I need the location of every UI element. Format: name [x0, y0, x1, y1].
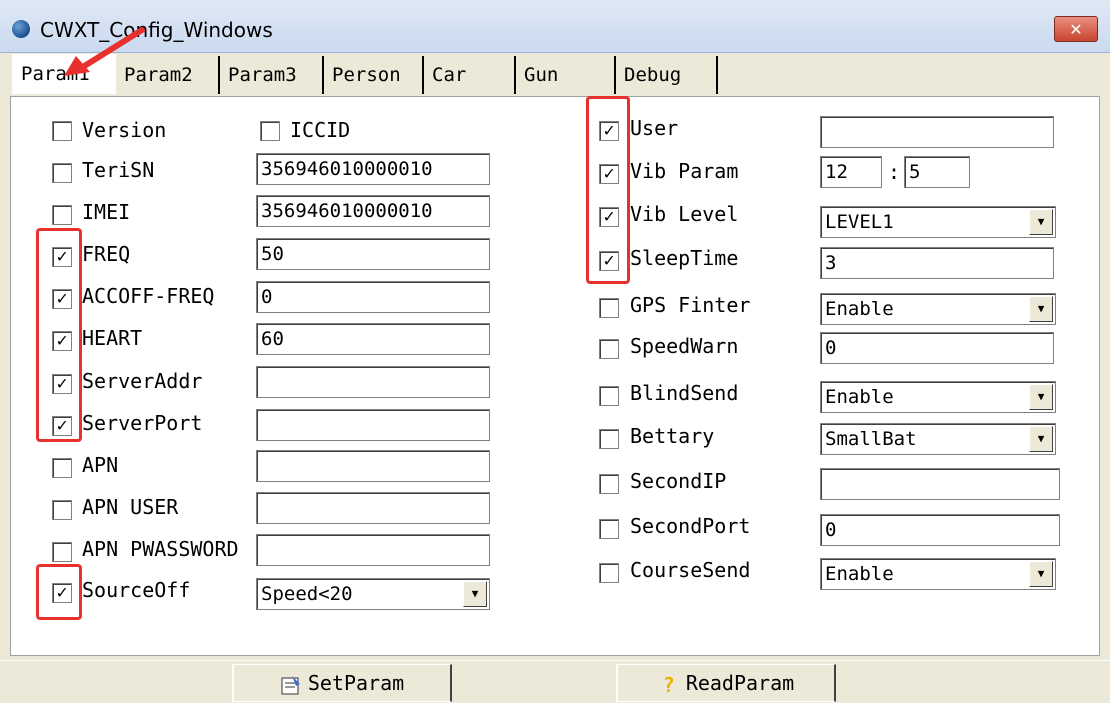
- tab-strip: Param1 Param2 Param3 Person Car Gun Debu…: [12, 54, 1102, 96]
- checkbox-blindsend[interactable]: [599, 386, 619, 406]
- accoff-freq-input[interactable]: 0: [256, 281, 490, 313]
- vib-param-b-input[interactable]: 5: [904, 156, 970, 188]
- label-user: User: [630, 116, 679, 140]
- read-param-button[interactable]: ? ReadParam: [616, 664, 836, 702]
- secondip-input[interactable]: [820, 468, 1060, 500]
- checkbox-apn-user[interactable]: [52, 500, 72, 520]
- heart-input[interactable]: 60: [256, 323, 490, 355]
- chevron-down-icon[interactable]: ▼: [1029, 426, 1053, 452]
- annotation-box-left: [36, 228, 82, 442]
- tab-param2[interactable]: Param2: [116, 56, 220, 94]
- label-sourceoff: SourceOff: [82, 578, 191, 602]
- bettary-select[interactable]: SmallBat ▼: [820, 423, 1056, 455]
- serveraddr-input[interactable]: [256, 366, 490, 398]
- checkbox-coursesend[interactable]: [599, 563, 619, 583]
- label-secondport: SecondPort: [630, 514, 751, 538]
- label-secondip: SecondIP: [630, 469, 727, 493]
- checkbox-version[interactable]: [52, 121, 72, 141]
- label-serverport: ServerPort: [82, 411, 203, 435]
- help-icon: ?: [662, 672, 675, 697]
- label-vib-level: Vib Level: [630, 202, 739, 226]
- coursesend-select[interactable]: Enable ▼: [820, 558, 1056, 590]
- bettary-value: SmallBat: [825, 428, 917, 450]
- button-bar: [0, 660, 1110, 703]
- checkbox-secondip[interactable]: [599, 474, 619, 494]
- label-heart: HEART: [82, 326, 143, 350]
- window-title: CWXT_Config_Windows: [40, 18, 273, 42]
- label-speedwarn: SpeedWarn: [630, 334, 739, 358]
- tab-person[interactable]: Person: [324, 56, 424, 94]
- gps-finter-select[interactable]: Enable ▼: [820, 293, 1056, 325]
- label-apn: APN: [82, 453, 119, 477]
- label-accoff-freq: ACCOFF-FREQ: [82, 284, 215, 308]
- vib-level-select[interactable]: LEVEL1 ▼: [820, 206, 1056, 238]
- user-input[interactable]: [820, 116, 1054, 148]
- chevron-down-icon[interactable]: ▼: [1029, 384, 1053, 410]
- label-vib-param: Vib Param: [630, 159, 739, 183]
- checkbox-apn[interactable]: [52, 458, 72, 478]
- sourceoff-value: Speed<20: [261, 583, 353, 605]
- label-serveraddr: ServerAddr: [82, 369, 203, 393]
- apn-input[interactable]: [256, 450, 490, 482]
- apn-password-input[interactable]: [256, 534, 490, 566]
- label-version: Version: [82, 118, 167, 142]
- checkbox-speedwarn[interactable]: [599, 339, 619, 359]
- blindsend-value: Enable: [825, 386, 894, 408]
- app-icon: [12, 20, 30, 38]
- freq-input[interactable]: 50: [256, 238, 490, 270]
- sleeptime-input[interactable]: 3: [820, 247, 1054, 279]
- checkbox-imei[interactable]: [52, 205, 72, 225]
- imei-input[interactable]: 356946010000010: [256, 195, 490, 227]
- checkbox-bettary[interactable]: [599, 429, 619, 449]
- tab-param3[interactable]: Param3: [220, 56, 324, 94]
- label-apn-password: APN PWASSWORD: [82, 537, 239, 561]
- checkbox-terisn[interactable]: [52, 163, 72, 183]
- chevron-down-icon[interactable]: ▼: [1029, 561, 1053, 587]
- label-apn-user: APN USER: [82, 495, 179, 519]
- tab-gun[interactable]: Gun: [516, 56, 616, 94]
- label-gps-finter: GPS Finter: [630, 293, 751, 317]
- close-button[interactable]: ✕: [1054, 16, 1098, 42]
- set-param-label: SetParam: [307, 671, 405, 695]
- label-imei: IMEI: [82, 200, 131, 224]
- vib-param-separator: :: [888, 160, 901, 184]
- vib-level-value: LEVEL1: [825, 211, 894, 233]
- checkbox-secondport[interactable]: [599, 519, 619, 539]
- chevron-down-icon[interactable]: ▼: [1029, 209, 1053, 235]
- label-terisn: TeriSN: [82, 158, 155, 182]
- terisn-input[interactable]: 356946010000010: [256, 153, 490, 185]
- label-sleeptime: SleepTime: [630, 246, 739, 270]
- annotation-box-right: [586, 96, 630, 284]
- serverport-input[interactable]: [256, 409, 490, 441]
- read-param-label: ReadParam: [685, 671, 795, 695]
- chevron-down-icon[interactable]: ▼: [1029, 296, 1053, 322]
- checkbox-iccid[interactable]: [260, 121, 280, 141]
- blindsend-select[interactable]: Enable ▼: [820, 381, 1056, 413]
- set-param-button[interactable]: SetParam: [232, 664, 452, 702]
- set-param-icon: [281, 675, 300, 694]
- checkbox-apn-password[interactable]: [52, 542, 72, 562]
- label-bettary: Bettary: [630, 424, 715, 448]
- tab-debug[interactable]: Debug: [616, 56, 718, 94]
- chevron-down-icon[interactable]: ▼: [463, 581, 487, 607]
- gps-finter-value: Enable: [825, 298, 894, 320]
- label-freq: FREQ: [82, 242, 131, 266]
- label-iccid: ICCID: [290, 118, 351, 142]
- title-bar: CWXT_Config_Windows ✕: [0, 0, 1110, 53]
- apn-user-input[interactable]: [256, 492, 490, 524]
- label-coursesend: CourseSend: [630, 558, 751, 582]
- annotation-box-sourceoff: [36, 564, 82, 620]
- coursesend-value: Enable: [825, 563, 894, 585]
- checkbox-gps-finter[interactable]: [599, 298, 619, 318]
- label-blindsend: BlindSend: [630, 381, 739, 405]
- tab-param1[interactable]: Param1: [12, 54, 116, 94]
- vib-param-a-input[interactable]: 12: [820, 156, 882, 188]
- sourceoff-select[interactable]: Speed<20 ▼: [256, 578, 490, 610]
- secondport-input[interactable]: 0: [820, 514, 1060, 546]
- tab-car[interactable]: Car: [424, 56, 516, 94]
- speedwarn-input[interactable]: 0: [820, 332, 1054, 364]
